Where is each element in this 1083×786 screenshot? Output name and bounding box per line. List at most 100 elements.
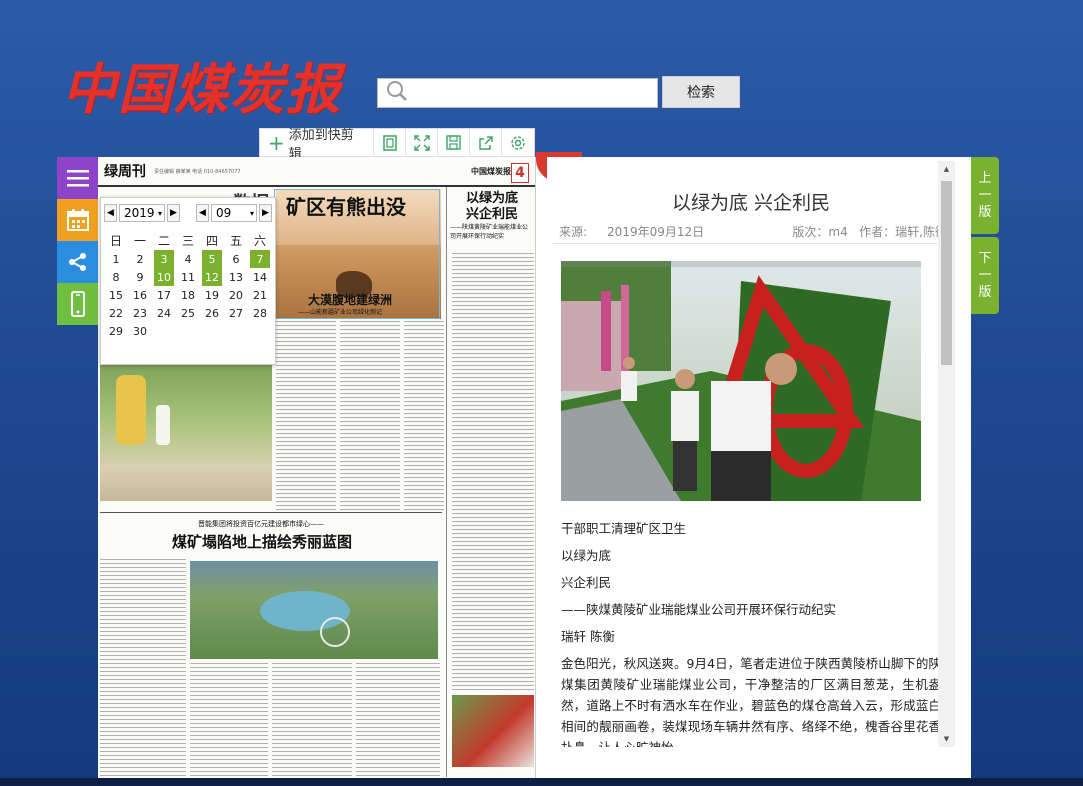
article-author: 作者：瑞轩,陈衡 bbox=[859, 225, 947, 239]
calendar-grid: 日一二三四五六 1 2 3 4 5 6 7 8 9 10 11 12 13 14 15 16 17 18 19 20 21… bbox=[104, 230, 272, 340]
calendar-day: 1 bbox=[112, 252, 120, 266]
article-line-2: 兴企利民 bbox=[561, 575, 612, 590]
share-out-icon[interactable] bbox=[470, 129, 503, 156]
calendar-day: 17 bbox=[157, 288, 171, 302]
search-icon bbox=[386, 80, 408, 106]
single-page-icon[interactable] bbox=[374, 129, 407, 156]
year-select[interactable]: 2019 ▾ bbox=[119, 204, 165, 222]
article-meta: 来源: 2019年09月12日 版次：m4 作者：瑞轩,陈衡 bbox=[559, 223, 947, 240]
fullscreen-icon[interactable] bbox=[406, 129, 439, 156]
headline-bears: 矿区有熊出没 bbox=[286, 195, 406, 219]
calendar-day: 30 bbox=[133, 324, 147, 338]
search-button[interactable]: 检索 bbox=[662, 76, 740, 108]
weekday-header: 日 bbox=[109, 233, 122, 248]
article-byline: 瑞轩 陈衡 bbox=[561, 629, 615, 644]
calendar-day: 13 bbox=[229, 270, 243, 284]
calendar-day[interactable]: 3 bbox=[154, 250, 174, 268]
bottom-bar bbox=[0, 778, 1083, 786]
scroll-down-arrow-icon[interactable]: ▼ bbox=[938, 731, 955, 747]
weekday-header: 四 bbox=[205, 233, 218, 248]
calendar-button[interactable] bbox=[57, 199, 98, 241]
article-photo[interactable] bbox=[561, 261, 921, 501]
prev-char-1: 上 bbox=[978, 171, 992, 186]
menu-button[interactable] bbox=[57, 157, 98, 199]
headline-oasis: 大漠腹地建绿洲 bbox=[308, 293, 393, 307]
park-photo[interactable] bbox=[100, 365, 272, 501]
date-picker: ◀ 2019 ▾ ▶ ◀ 09 ▾ ▶ 日一二三四五六 1 2 3 4 5 6 7 8 9 10 11 12… bbox=[100, 197, 276, 365]
calendar-day: 4 bbox=[184, 252, 192, 266]
calendar-day[interactable]: 12 bbox=[202, 268, 222, 286]
calendar-day: 15 bbox=[109, 288, 123, 302]
plus-icon: + bbox=[268, 130, 285, 155]
page-toolbar: + 添加到快剪辑 bbox=[259, 128, 535, 162]
prev-year-button[interactable]: ◀ bbox=[104, 204, 117, 222]
headline-side2: 兴企利民 bbox=[466, 207, 519, 222]
calendar-icon bbox=[66, 209, 89, 231]
save-icon[interactable] bbox=[438, 129, 471, 156]
dropdown-caret-icon: ▾ bbox=[157, 208, 162, 218]
calendar-day: 22 bbox=[109, 306, 123, 320]
search-input[interactable] bbox=[414, 80, 657, 106]
paper-masthead: 绿周刊 责任编辑 薛某某 电话 010-84657077 中国煤炭报 4 bbox=[98, 157, 535, 187]
calendar-day[interactable]: 5 bbox=[202, 250, 222, 268]
weekday-header: 一 bbox=[133, 233, 146, 248]
calendar-day: 19 bbox=[205, 288, 219, 302]
calendar-day: 6 bbox=[232, 252, 240, 266]
settings-gear-icon[interactable] bbox=[502, 129, 534, 156]
lower-kicker: 晋能集团将投资百亿元建设都市绿心—— bbox=[198, 520, 324, 528]
calendar-day: 24 bbox=[157, 306, 171, 320]
calendar-day: 20 bbox=[229, 288, 243, 302]
weekday-header: 五 bbox=[229, 233, 242, 248]
calendar-day: 28 bbox=[253, 306, 267, 320]
scroll-thumb[interactable] bbox=[941, 181, 952, 365]
hamburger-menu-icon bbox=[66, 170, 89, 187]
calendar-day: 26 bbox=[205, 306, 219, 320]
headline-oasis-sub: ——山能新疆矿业公司绿化侧记 bbox=[298, 309, 383, 316]
add-to-clipboard-button[interactable]: + 添加到快剪辑 bbox=[260, 128, 375, 162]
photo-caption: 干部职工清理矿区卫生 bbox=[561, 521, 687, 536]
article-content: 以绿为底 兴企利民 来源: 2019年09月12日 版次：m4 作者：瑞轩,陈衡 bbox=[547, 157, 955, 747]
next-month-button[interactable]: ▶ bbox=[259, 204, 272, 222]
left-sidebar bbox=[57, 157, 98, 325]
paper-info: 责任编辑 薛某某 电话 010-84657077 bbox=[154, 168, 241, 175]
calendar-day: 18 bbox=[181, 288, 195, 302]
paper-section-name: 绿周刊 bbox=[104, 164, 146, 180]
mobile-button[interactable] bbox=[57, 283, 98, 325]
previous-page-button[interactable]: 上 一 版 bbox=[971, 157, 999, 234]
next-year-button[interactable]: ▶ bbox=[167, 204, 180, 222]
calendar-day: 21 bbox=[253, 288, 267, 302]
calendar-day: 23 bbox=[133, 306, 147, 320]
calendar-day: 25 bbox=[181, 306, 195, 320]
calendar-day[interactable]: 7 bbox=[250, 250, 270, 268]
scroll-up-arrow-icon[interactable]: ▲ bbox=[938, 161, 955, 177]
article-scrollbar[interactable]: ▲ ▼ bbox=[938, 161, 955, 747]
prev-char-3: 版 bbox=[978, 205, 992, 220]
dropdown-caret-icon: ▾ bbox=[249, 208, 254, 218]
small-photo[interactable] bbox=[452, 695, 534, 767]
article-edition: 版次：m4 bbox=[792, 225, 848, 239]
article-date: 2019年09月12日 bbox=[607, 225, 705, 239]
calendar-empty-cell bbox=[200, 322, 224, 340]
calendar-day: 27 bbox=[229, 306, 243, 320]
share-button[interactable] bbox=[57, 241, 98, 283]
article-line-3: ——陕煤黄陵矿业瑞能煤业公司开展环保行动纪实 bbox=[561, 602, 837, 617]
headline-blueprint: 煤矿塌陷地上描绘秀丽蓝图 bbox=[172, 533, 353, 551]
calendar-day: 16 bbox=[133, 288, 147, 302]
source-label: 来源: bbox=[559, 225, 588, 239]
next-page-button[interactable]: 下 一 版 bbox=[971, 237, 999, 314]
article-line-1: 以绿为底 bbox=[561, 548, 612, 563]
divider bbox=[553, 243, 949, 244]
calendar-empty-cell bbox=[152, 322, 176, 340]
landscape-photo[interactable] bbox=[190, 561, 438, 659]
article-paragraph: 金色阳光，秋风送爽。9月4日，笔者走进位于陕西黄陵桥山脚下的陕煤集团黄陵矿业瑞能… bbox=[561, 656, 941, 747]
page-number: 4 bbox=[511, 163, 529, 183]
weekday-header: 三 bbox=[181, 233, 194, 248]
calendar-day[interactable]: 10 bbox=[154, 268, 174, 286]
article-title: 以绿为底 兴企利民 bbox=[671, 192, 831, 214]
weekday-header: 二 bbox=[157, 233, 170, 248]
month-select[interactable]: 09 ▾ bbox=[211, 204, 257, 222]
calendar-day: 14 bbox=[253, 270, 267, 284]
prev-month-button[interactable]: ◀ bbox=[196, 204, 209, 222]
calendar-day: 11 bbox=[181, 270, 195, 284]
paper-brand: 中国煤炭报 bbox=[471, 165, 511, 176]
